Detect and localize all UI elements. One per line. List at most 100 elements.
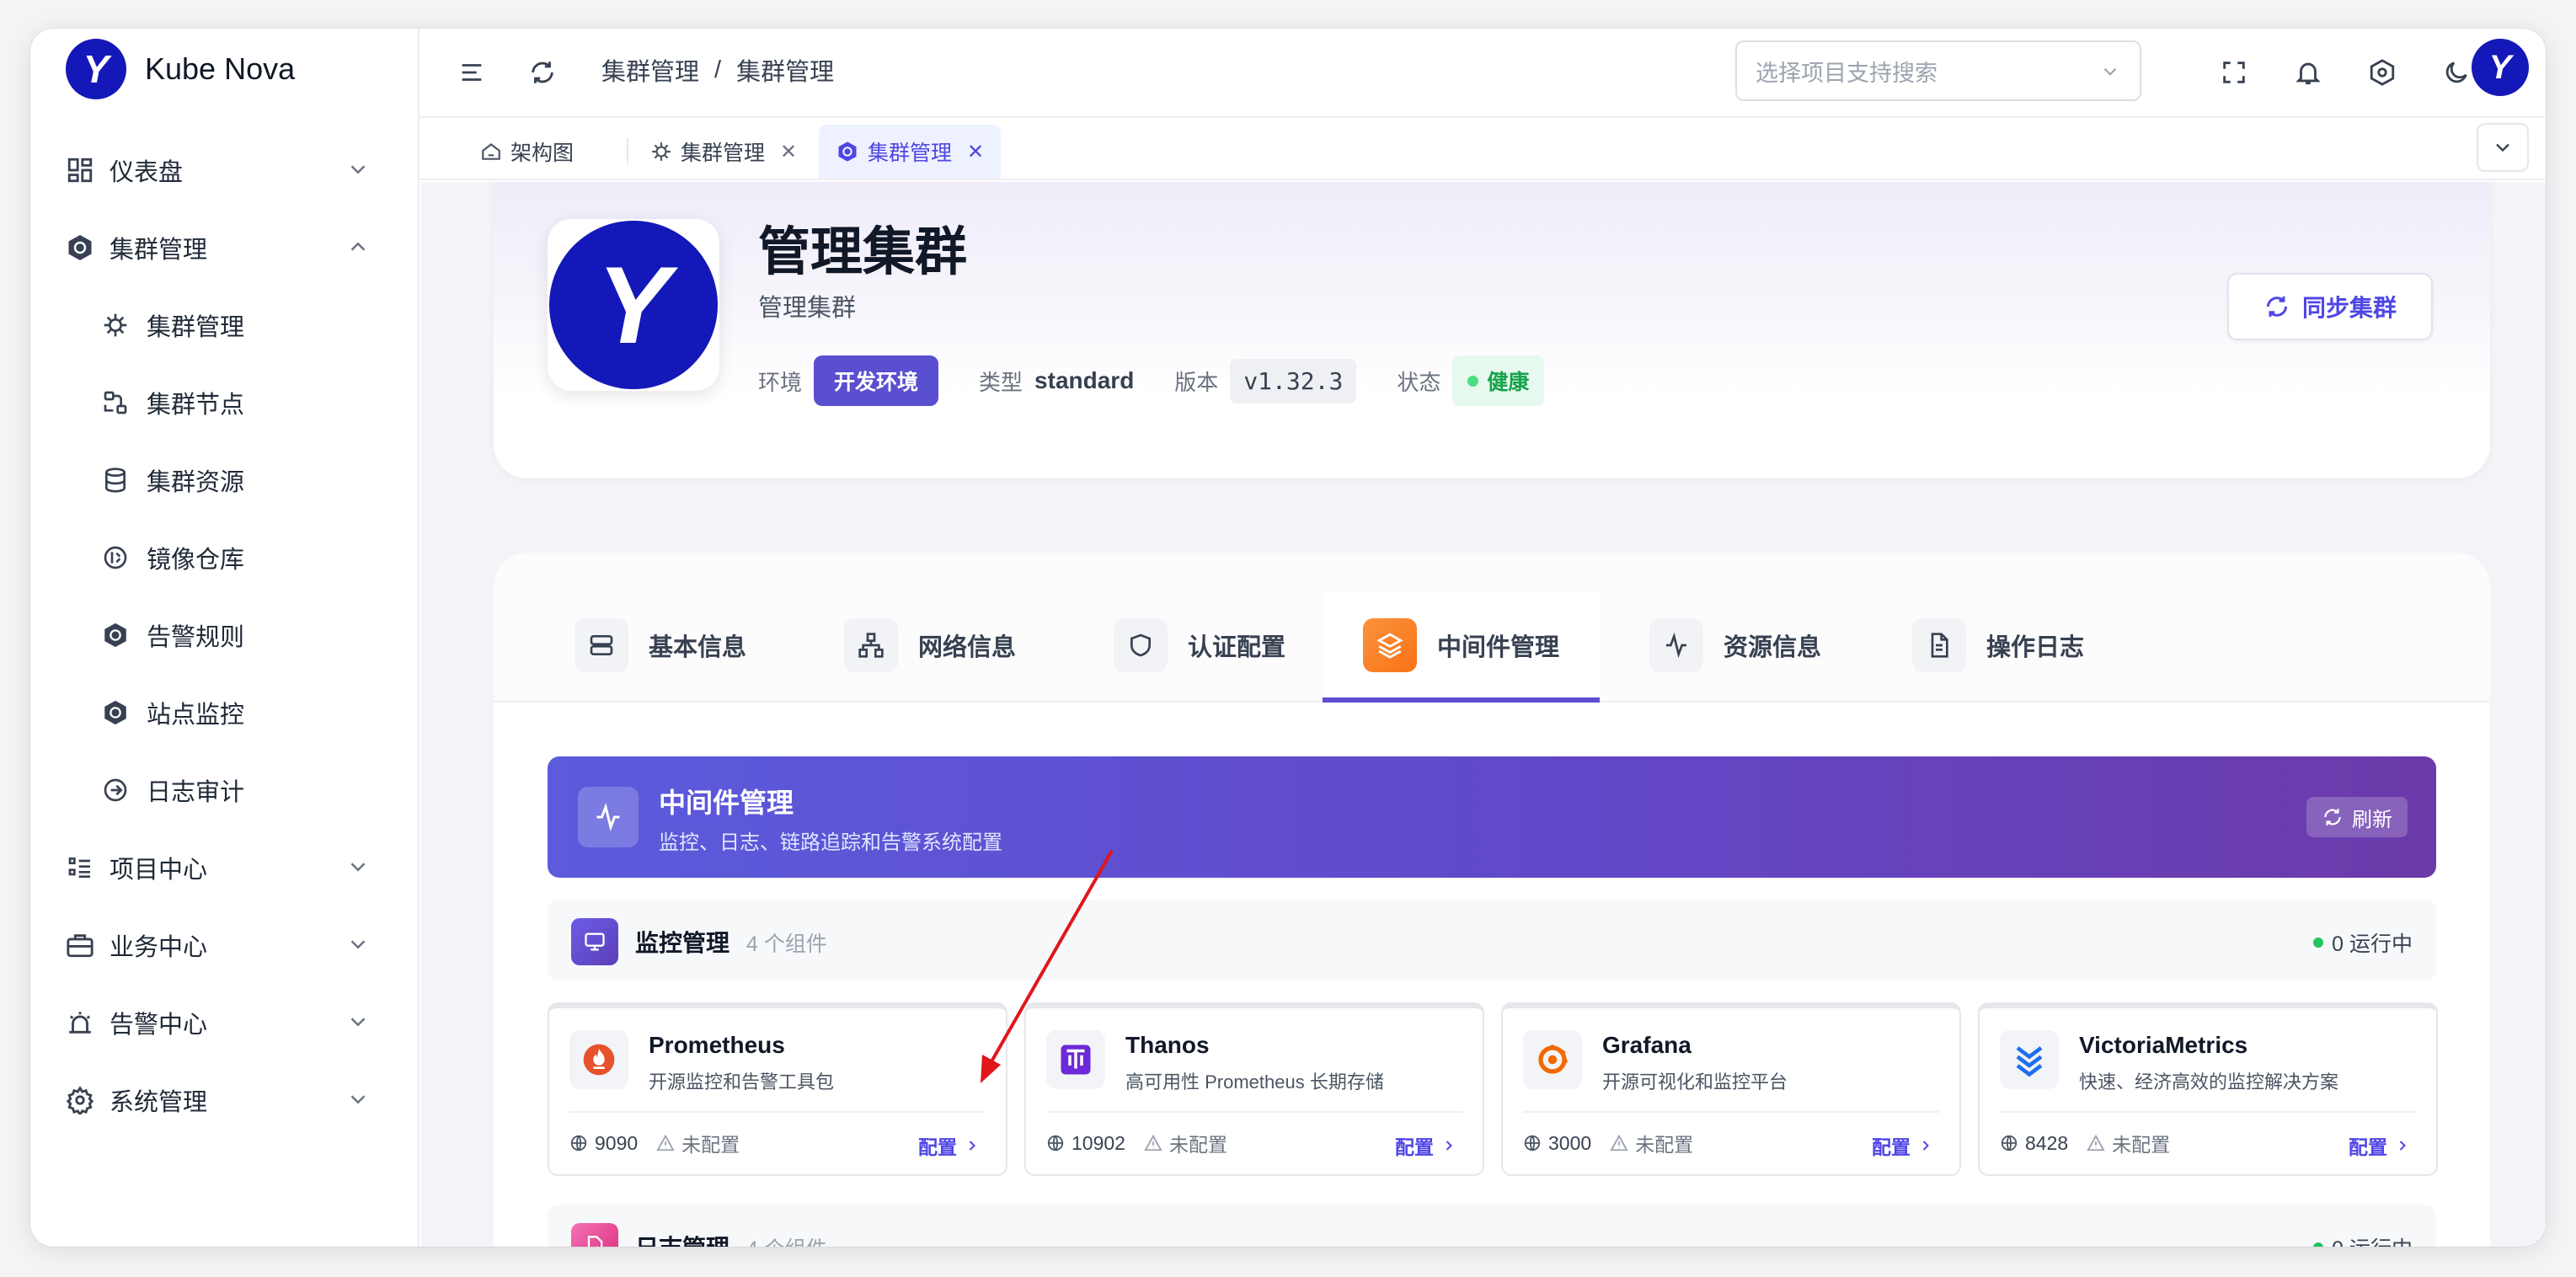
warning-icon [656,1134,675,1151]
cluster-logo: Y [548,219,719,391]
chevron-down-icon [350,1018,366,1027]
component-card-grafana[interactable]: Grafana 开源可视化和监控平台 3000 未配置 配置 [1501,1002,1961,1176]
banner-title: 中间件管理 [659,788,794,818]
sidebar-item-alert-rules[interactable]: 告警规则 [30,596,418,674]
logo-icon: Y [66,39,126,99]
page-tab-cluster-list[interactable]: 集群管理 ✕ [633,125,814,179]
component-name: Thanos [1125,1032,1210,1058]
sidebar-item-label: 集群管理 [147,314,245,341]
configure-link[interactable]: 配置 [2349,1131,2411,1160]
sidebar-item-label: 集群节点 [147,392,245,419]
tab-basic-info[interactable]: 基本信息 [534,588,787,703]
breadcrumb-item[interactable]: 集群管理 [736,52,834,88]
page-tab-label: 集群管理 [681,142,766,165]
chevron-up-icon [350,242,366,251]
breadcrumb: 集群管理 / 集群管理 [601,52,834,88]
port-value: 8428 [2025,1131,2069,1154]
sidebar-item-label: 站点监控 [147,702,245,729]
sidebar-item-dashboard[interactable]: 仪表盘 [30,131,418,209]
sidebar-item-label: 日志审计 [147,779,245,806]
monitor-icon [571,918,618,965]
close-icon[interactable]: ✕ [780,140,797,164]
type-value: standard [1034,367,1135,393]
alert-rule-icon [99,619,131,651]
tab-auth-config[interactable]: 认证配置 [1073,588,1326,703]
sidebar-item-image-registry[interactable]: 镜像仓库 [30,519,418,596]
user-avatar[interactable]: Y [2472,39,2529,96]
tab-middleware[interactable]: 中间件管理 [1323,593,1601,703]
configure-link[interactable]: 配置 [918,1131,981,1160]
tabs-more-button[interactable] [2477,123,2529,172]
sync-cluster-button[interactable]: 同步集群 [2227,273,2433,340]
login-icon [99,774,131,806]
version-label: 版本 [1174,369,1219,395]
component-port: 10902 [1046,1132,1125,1155]
close-icon[interactable]: ✕ [967,140,984,164]
sidebar-item-alert-center[interactable]: 告警中心 [30,984,418,1061]
grafana-icon [1523,1030,1582,1089]
chevron-down-icon [350,1095,366,1104]
configure-link[interactable]: 配置 [1395,1131,1457,1160]
component-card-prometheus[interactable]: Prometheus 开源监控和告警工具包 9090 未配置 配置 [548,1002,1007,1176]
sidebar-item-cluster-resources[interactable]: 集群资源 [30,441,418,519]
menu-toggle-button[interactable] [450,51,494,94]
section-logging: 日志管理 4 个组件 0 运行中 [548,1205,2436,1247]
section-count: 4 个组件 [746,932,827,956]
component-desc: 高可用性 Prometheus 长期存储 [1125,1071,1384,1093]
chevron-right-icon [1922,1141,1929,1151]
refresh-label: 刷新 [2352,808,2392,831]
running-dot [2313,938,2324,948]
tab-operation-log[interactable]: 操作日志 [1872,588,2124,703]
sidebar-item-label: 仪表盘 [110,159,184,186]
component-desc: 快速、经济高效的监控解决方案 [2079,1071,2339,1093]
settings-button[interactable] [2360,51,2404,94]
chevron-down-icon [350,863,366,872]
notifications-button[interactable] [2286,51,2330,94]
sidebar-item-log-audit[interactable]: 日志审计 [30,751,418,829]
kubernetes-icon [838,142,857,162]
activity-icon [1649,618,1703,672]
tab-divider [627,138,628,163]
main-content: Y 管理集群 管理集群 环境 开发环境 类型 standard 版本 v1.32… [421,182,2546,1247]
fullscreen-button[interactable] [2212,51,2256,94]
tab-network-info[interactable]: 网络信息 [804,588,1056,703]
component-card-victoriametrics[interactable]: VictoriaMetrics 快速、经济高效的监控解决方案 8428 未配置 … [1978,1002,2438,1176]
status-label: 状态 [1397,369,1441,395]
sidebar: Y Kube Nova 仪表盘 集群管理 集群管理 集群节点 集群资源 镜像仓库… [30,29,420,1247]
layers-icon [1363,618,1417,672]
victoriametrics-icon [2000,1030,2059,1089]
sidebar-item-label: 告警规则 [147,624,245,651]
cluster-header-card: Y 管理集群 管理集群 环境 开发环境 类型 standard 版本 v1.32… [494,182,2490,478]
configure-link[interactable]: 配置 [1872,1131,1934,1160]
tab-resource-info[interactable]: 资源信息 [1609,588,1862,703]
reload-button[interactable] [521,51,564,94]
running-label: 0 运行中 [2332,932,2413,956]
breadcrumb-item[interactable]: 集群管理 [601,52,699,88]
sidebar-item-cluster-nodes[interactable]: 集群节点 [30,364,418,441]
page-tab-label: 集群管理 [868,142,953,165]
divider [2000,1111,2416,1113]
page-tab-cluster-detail[interactable]: 集群管理 ✕ [819,125,1002,179]
page-tabs-bar: 架构图 集群管理 ✕ 集群管理 ✕ [420,118,2546,180]
component-footer: 10902 未配置 配置 [1046,1126,1462,1160]
chevron-right-icon [1446,1141,1452,1151]
running-status: 0 运行中 [2313,927,2413,958]
project-search-select[interactable]: 选择项目支持搜索 [1735,40,2141,101]
prometheus-icon [569,1030,628,1089]
tab-label: 资源信息 [1724,634,1822,661]
refresh-button[interactable]: 刷新 [2306,797,2408,837]
sidebar-item-cluster-list[interactable]: 集群管理 [30,286,418,364]
sidebar-item-site-monitor[interactable]: 站点监控 [30,674,418,751]
configure-label: 配置 [1872,1136,1911,1158]
tab-label: 网络信息 [918,634,1017,661]
app-logo[interactable]: Y Kube Nova [66,39,295,99]
component-card-thanos[interactable]: Thanos 高可用性 Prometheus 长期存储 10902 未配置 配置 [1024,1002,1484,1176]
component-port: 3000 [1523,1132,1591,1155]
sidebar-item-project-center[interactable]: 项目中心 [30,829,418,906]
tab-label: 基本信息 [649,634,747,661]
sidebar-item-cluster-management[interactable]: 集群管理 [30,209,418,286]
sidebar-item-business-center[interactable]: 业务中心 [30,906,418,984]
sidebar-item-system-management[interactable]: 系统管理 [30,1061,418,1139]
page-tab-architecture[interactable]: 架构图 [463,125,591,179]
divider [1046,1111,1462,1113]
